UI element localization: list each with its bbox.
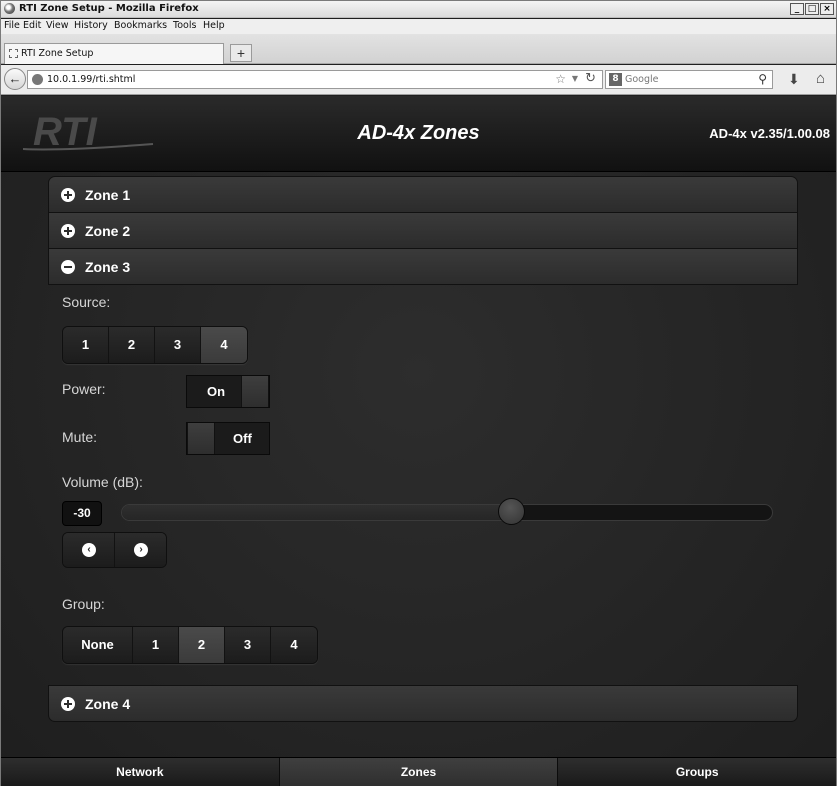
tab-label: RTI Zone Setup	[21, 48, 94, 59]
firefox-icon	[4, 3, 15, 14]
zone-2-header[interactable]: Zone 2	[48, 212, 798, 249]
source-option-3[interactable]: 3	[155, 327, 201, 363]
window-title: RTI Zone Setup - Mozilla Firefox	[19, 3, 199, 14]
power-toggle[interactable]: On	[186, 375, 270, 408]
menu-view[interactable]: View	[46, 20, 69, 31]
search-engine-icon[interactable]: 8	[609, 73, 622, 86]
search-bar[interactable]: 8 Google ⚲	[605, 70, 773, 89]
group-selector: None 1 2 3 4	[62, 626, 318, 664]
mute-toggle-knob[interactable]	[187, 423, 215, 454]
tab-rti-zone-setup[interactable]: RTI Zone Setup	[4, 43, 224, 64]
menu-edit[interactable]: Edit	[23, 20, 41, 31]
nav-zones[interactable]: Zones	[279, 758, 559, 786]
volume-value[interactable]: -30	[62, 501, 102, 526]
menu-bar: File Edit View History Bookmarks Tools H…	[1, 19, 836, 34]
url-text: 10.0.1.99/rti.shtml	[47, 74, 136, 85]
close-button[interactable]: ×	[820, 3, 834, 15]
zone-3-label: Zone 3	[85, 259, 131, 275]
reload-icon[interactable]: ↻	[585, 71, 596, 86]
source-option-1[interactable]: 1	[63, 327, 109, 363]
menu-tools[interactable]: Tools	[173, 20, 196, 31]
volume-increase-button[interactable]: ›	[115, 533, 166, 567]
navigation-bar: ← 10.0.1.99/rti.shtml ☆ ▼ ↻ 8 Google ⚲ ⬇…	[1, 65, 836, 95]
search-engine-name: Google	[625, 74, 659, 85]
menu-history[interactable]: History	[74, 20, 108, 31]
bottom-navbar: Network Zones Groups	[1, 757, 836, 786]
minus-icon	[61, 260, 75, 274]
source-option-4[interactable]: 4	[201, 327, 247, 363]
new-tab-button[interactable]: +	[230, 44, 252, 62]
chevron-right-icon: ›	[134, 543, 148, 557]
bookmark-star-icon[interactable]: ☆	[555, 72, 566, 86]
minimize-button[interactable]: _	[790, 3, 804, 15]
zone-4-label: Zone 4	[85, 696, 131, 712]
page-icon	[9, 49, 18, 58]
volume-slider-handle[interactable]	[498, 498, 525, 525]
app-content: RTI AD-4x Zones AD-4x v2.35/1.00.08 Zone…	[1, 96, 836, 786]
power-toggle-value: On	[207, 384, 226, 399]
group-option-4[interactable]: 4	[271, 627, 317, 663]
maximize-button[interactable]: □	[805, 3, 819, 15]
version-label: AD-4x v2.35/1.00.08	[709, 126, 830, 141]
browser-window: RTI Zone Setup - Mozilla Firefox _ □ × F…	[0, 0, 837, 786]
plus-icon	[61, 188, 75, 202]
volume-decrease-button[interactable]: ‹	[63, 533, 115, 567]
power-label: Power:	[62, 381, 106, 397]
mute-toggle-value: Off	[233, 431, 252, 446]
back-arrow-icon[interactable]: ←	[4, 68, 26, 90]
power-toggle-knob[interactable]	[241, 376, 269, 407]
zone-1-header[interactable]: Zone 1	[48, 176, 798, 213]
menu-help[interactable]: Help	[203, 20, 225, 31]
zone-2-label: Zone 2	[85, 223, 131, 239]
plus-icon	[61, 697, 75, 711]
zone-3-header[interactable]: Zone 3	[48, 248, 798, 285]
tab-strip: RTI Zone Setup +	[1, 34, 836, 64]
volume-slider-track[interactable]	[121, 504, 773, 521]
nav-groups[interactable]: Groups	[558, 758, 836, 786]
menu-bookmarks[interactable]: Bookmarks	[114, 20, 167, 31]
app-header: RTI AD-4x Zones AD-4x v2.35/1.00.08	[1, 96, 836, 172]
group-option-2[interactable]: 2	[179, 627, 225, 663]
magnifier-icon[interactable]: ⚲	[758, 72, 767, 86]
plus-icon	[61, 224, 75, 238]
chevron-left-icon: ‹	[82, 543, 96, 557]
zone-4-header[interactable]: Zone 4	[48, 685, 798, 722]
group-label: Group:	[62, 596, 105, 612]
menu-file[interactable]: File	[4, 20, 20, 31]
download-icon[interactable]: ⬇	[788, 71, 800, 88]
source-selector: 1 2 3 4	[62, 326, 248, 364]
zone-1-label: Zone 1	[85, 187, 131, 203]
volume-slider-fill	[122, 505, 512, 520]
volume-label: Volume (dB):	[62, 474, 143, 490]
group-option-none[interactable]: None	[63, 627, 133, 663]
group-option-1[interactable]: 1	[133, 627, 179, 663]
nav-network[interactable]: Network	[1, 758, 280, 786]
source-option-2[interactable]: 2	[109, 327, 155, 363]
title-bar: RTI Zone Setup - Mozilla Firefox _ □ ×	[1, 1, 836, 18]
url-bar[interactable]: 10.0.1.99/rti.shtml ☆ ▼ ↻	[27, 70, 603, 89]
mute-toggle[interactable]: Off	[186, 422, 270, 455]
mute-label: Mute:	[62, 429, 98, 445]
url-dropdown-icon[interactable]: ▼	[572, 74, 578, 83]
window-controls: _ □ ×	[790, 3, 834, 15]
group-option-3[interactable]: 3	[225, 627, 271, 663]
source-label: Source:	[62, 294, 111, 310]
globe-icon	[32, 74, 43, 85]
home-icon[interactable]: ⌂	[816, 70, 825, 87]
volume-step-buttons: ‹ ›	[62, 532, 167, 568]
